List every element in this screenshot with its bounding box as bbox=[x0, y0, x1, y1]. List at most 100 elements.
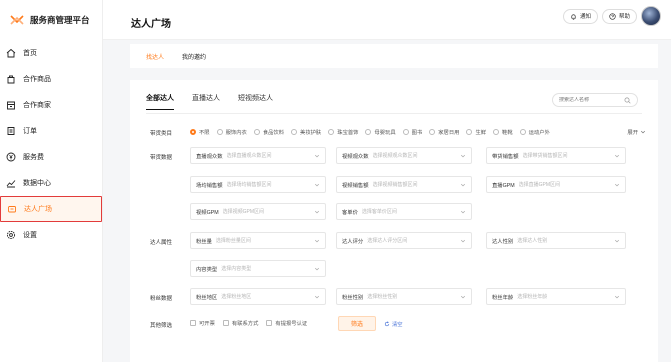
category-option[interactable]: 图书 bbox=[402, 128, 423, 136]
sales-data-label: 带货数据 bbox=[150, 155, 173, 161]
other-filters-label: 其他筛选 bbox=[150, 323, 173, 329]
chevron-down-icon bbox=[460, 295, 466, 298]
sidebar-item-products[interactable]: 合作商品 bbox=[0, 66, 102, 92]
chevron-down-icon bbox=[314, 239, 320, 242]
bell-icon bbox=[571, 13, 576, 20]
field-label: 视频GPM bbox=[196, 209, 219, 216]
influencer-icon bbox=[7, 204, 17, 214]
field-label: 视频观众数 bbox=[342, 153, 369, 160]
filter-button[interactable]: 筛选 bbox=[338, 316, 376, 331]
category-option[interactable]: 食品饮料 bbox=[253, 128, 285, 136]
category-option[interactable]: 不限 bbox=[190, 128, 210, 136]
brand-logo-icon bbox=[10, 15, 24, 25]
fans-age-select[interactable]: 粉丝年龄 选择粉丝年龄 bbox=[486, 288, 626, 305]
field-placeholder: 选择达人评分区间 bbox=[367, 238, 408, 244]
search-input[interactable] bbox=[559, 97, 619, 103]
category-option-label: 食品饮料 bbox=[262, 130, 285, 136]
field-placeholder: 选择粉丝性别 bbox=[367, 294, 398, 300]
fans-gender-select[interactable]: 粉丝性别 选择粉丝性别 bbox=[336, 288, 472, 305]
category-option[interactable]: 服饰内衣 bbox=[216, 128, 247, 136]
field-placeholder: 选择视频销售额区间 bbox=[372, 182, 418, 188]
chevron-down-icon bbox=[460, 210, 466, 213]
fans-region-select[interactable]: 粉丝地区 选择粉丝地区 bbox=[190, 288, 326, 305]
page-title: 达人广场 bbox=[131, 19, 171, 30]
home-icon bbox=[6, 48, 16, 58]
sidebar-item-label: 设置 bbox=[23, 232, 37, 239]
total-sales-select[interactable]: 带货销售额 选择带货销售额区间 bbox=[486, 147, 626, 164]
attributes-label: 达人属性 bbox=[150, 240, 173, 246]
chevron-down-icon bbox=[614, 295, 620, 298]
sidebar-item-influencer-square[interactable]: 达人广场 bbox=[0, 196, 102, 222]
sidebar-item-settings[interactable]: 设置 bbox=[0, 222, 102, 248]
tab-live[interactable]: 直播达人 bbox=[192, 93, 220, 110]
category-option[interactable]: 美妆护肤 bbox=[291, 128, 321, 136]
field-label: 达人性别 bbox=[492, 238, 514, 245]
field-label: 视频销售额 bbox=[342, 182, 369, 189]
verified-checkbox[interactable]: 有提报号认证 bbox=[266, 319, 307, 327]
sidebar-item-home[interactable]: 首页 bbox=[0, 40, 102, 66]
expand-label: 展开 bbox=[627, 130, 638, 136]
field-placeholder: 选择场均销售额区间 bbox=[226, 182, 272, 188]
bag-icon bbox=[6, 74, 16, 84]
influencer-tabs: 全部达人 直播达人 短视频达人 bbox=[146, 93, 291, 110]
influencer-score-select[interactable]: 达人评分 选择达人评分区间 bbox=[336, 232, 472, 249]
sidebar-item-merchants[interactable]: 合作商家 bbox=[0, 92, 102, 118]
field-label: 场均销售额 bbox=[196, 182, 223, 189]
search-icon[interactable] bbox=[624, 97, 631, 104]
category-option[interactable]: 鞋靴 bbox=[493, 128, 513, 136]
subtab-my-invitations[interactable]: 我的邀约 bbox=[182, 52, 206, 61]
category-option-label: 生鲜 bbox=[475, 130, 487, 136]
video-sales-select[interactable]: 视频销售额 选择视频销售额区间 bbox=[336, 176, 472, 193]
sidebar-item-label: 首页 bbox=[23, 50, 37, 57]
sidebar-item-data-center[interactable]: 数据中心 bbox=[0, 170, 102, 196]
video-viewers-select[interactable]: 视频观众数 选择视频观众数区间 bbox=[336, 147, 472, 164]
chevron-down-icon bbox=[614, 154, 620, 157]
reset-button[interactable]: 清空 bbox=[384, 320, 403, 328]
chevron-down-icon bbox=[314, 154, 320, 157]
unit-price-select[interactable]: 客单价 选择客单价区间 bbox=[336, 203, 472, 220]
field-label: 客单价 bbox=[342, 209, 358, 216]
field-label: 内容类型 bbox=[196, 266, 218, 273]
category-option[interactable]: 运动户外 bbox=[519, 128, 550, 136]
influencer-gender-select[interactable]: 达人性别 选择达人性别 bbox=[486, 232, 626, 249]
subtab-find-influencer[interactable]: 找达人 bbox=[146, 52, 164, 61]
sidebar-item-label: 服务费 bbox=[23, 154, 44, 161]
field-placeholder: 选择达人性别 bbox=[517, 238, 548, 244]
expand-button[interactable]: 展开 bbox=[627, 128, 646, 136]
checkbox-label: 有联系方式 bbox=[231, 321, 259, 327]
help-label: 帮助 bbox=[618, 14, 630, 20]
chevron-down-icon bbox=[314, 295, 320, 298]
category-option-label: 服饰内衣 bbox=[225, 130, 247, 136]
chevron-down-icon bbox=[314, 267, 320, 270]
field-label: 直播GPM bbox=[492, 182, 515, 189]
category-option[interactable]: 家居日用 bbox=[429, 128, 459, 136]
sidebar-item-service-fee[interactable]: 服务费 bbox=[0, 144, 102, 170]
tab-all[interactable]: 全部达人 bbox=[146, 93, 174, 110]
live-gpm-select[interactable]: 直播GPM 选择直播GPM区间 bbox=[486, 176, 626, 193]
live-viewers-select[interactable]: 直播观众数 选择直播观众数区间 bbox=[190, 147, 326, 164]
video-gpm-select[interactable]: 视频GPM 选择视频GPM区间 bbox=[190, 203, 326, 220]
fans-count-select[interactable]: 粉丝量 选择粉丝量区间 bbox=[190, 232, 326, 249]
invoice-checkbox[interactable]: 可开票 bbox=[190, 319, 215, 327]
chevron-down-icon bbox=[614, 183, 620, 186]
category-option-label: 母婴玩具 bbox=[374, 130, 396, 136]
help-button[interactable]: 帮助 bbox=[601, 8, 637, 24]
category-option[interactable]: 生鲜 bbox=[466, 128, 486, 136]
live-avg-sales-select[interactable]: 场均销售额 选择场均销售额区间 bbox=[190, 176, 326, 193]
content-type-select[interactable]: 内容类型 选择内容类型 bbox=[190, 260, 326, 277]
contact-checkbox[interactable]: 有联系方式 bbox=[222, 319, 259, 327]
category-radio-group: 不限 服饰内衣 食品饮料 美妆护肤 珠宝首饰 母婴玩具 图书 家居日用 生鲜 鞋… bbox=[190, 128, 557, 136]
subtabs: 找达人 我的邀约 bbox=[130, 44, 658, 68]
category-option[interactable]: 珠宝首饰 bbox=[328, 128, 358, 136]
field-label: 粉丝量 bbox=[196, 238, 212, 245]
tab-short-video[interactable]: 短视频达人 bbox=[238, 93, 273, 110]
avatar[interactable] bbox=[641, 6, 661, 26]
category-label: 带货类目 bbox=[150, 131, 173, 137]
category-option[interactable]: 母婴玩具 bbox=[365, 128, 396, 136]
top-header: 达人广场 通知 帮助 bbox=[103, 0, 671, 40]
notice-button[interactable]: 通知 bbox=[562, 8, 598, 24]
tabs-divider bbox=[146, 113, 642, 114]
search-box[interactable] bbox=[552, 93, 638, 107]
category-option-label: 图书 bbox=[411, 130, 423, 136]
sidebar-item-orders[interactable]: 订单 bbox=[0, 118, 102, 144]
